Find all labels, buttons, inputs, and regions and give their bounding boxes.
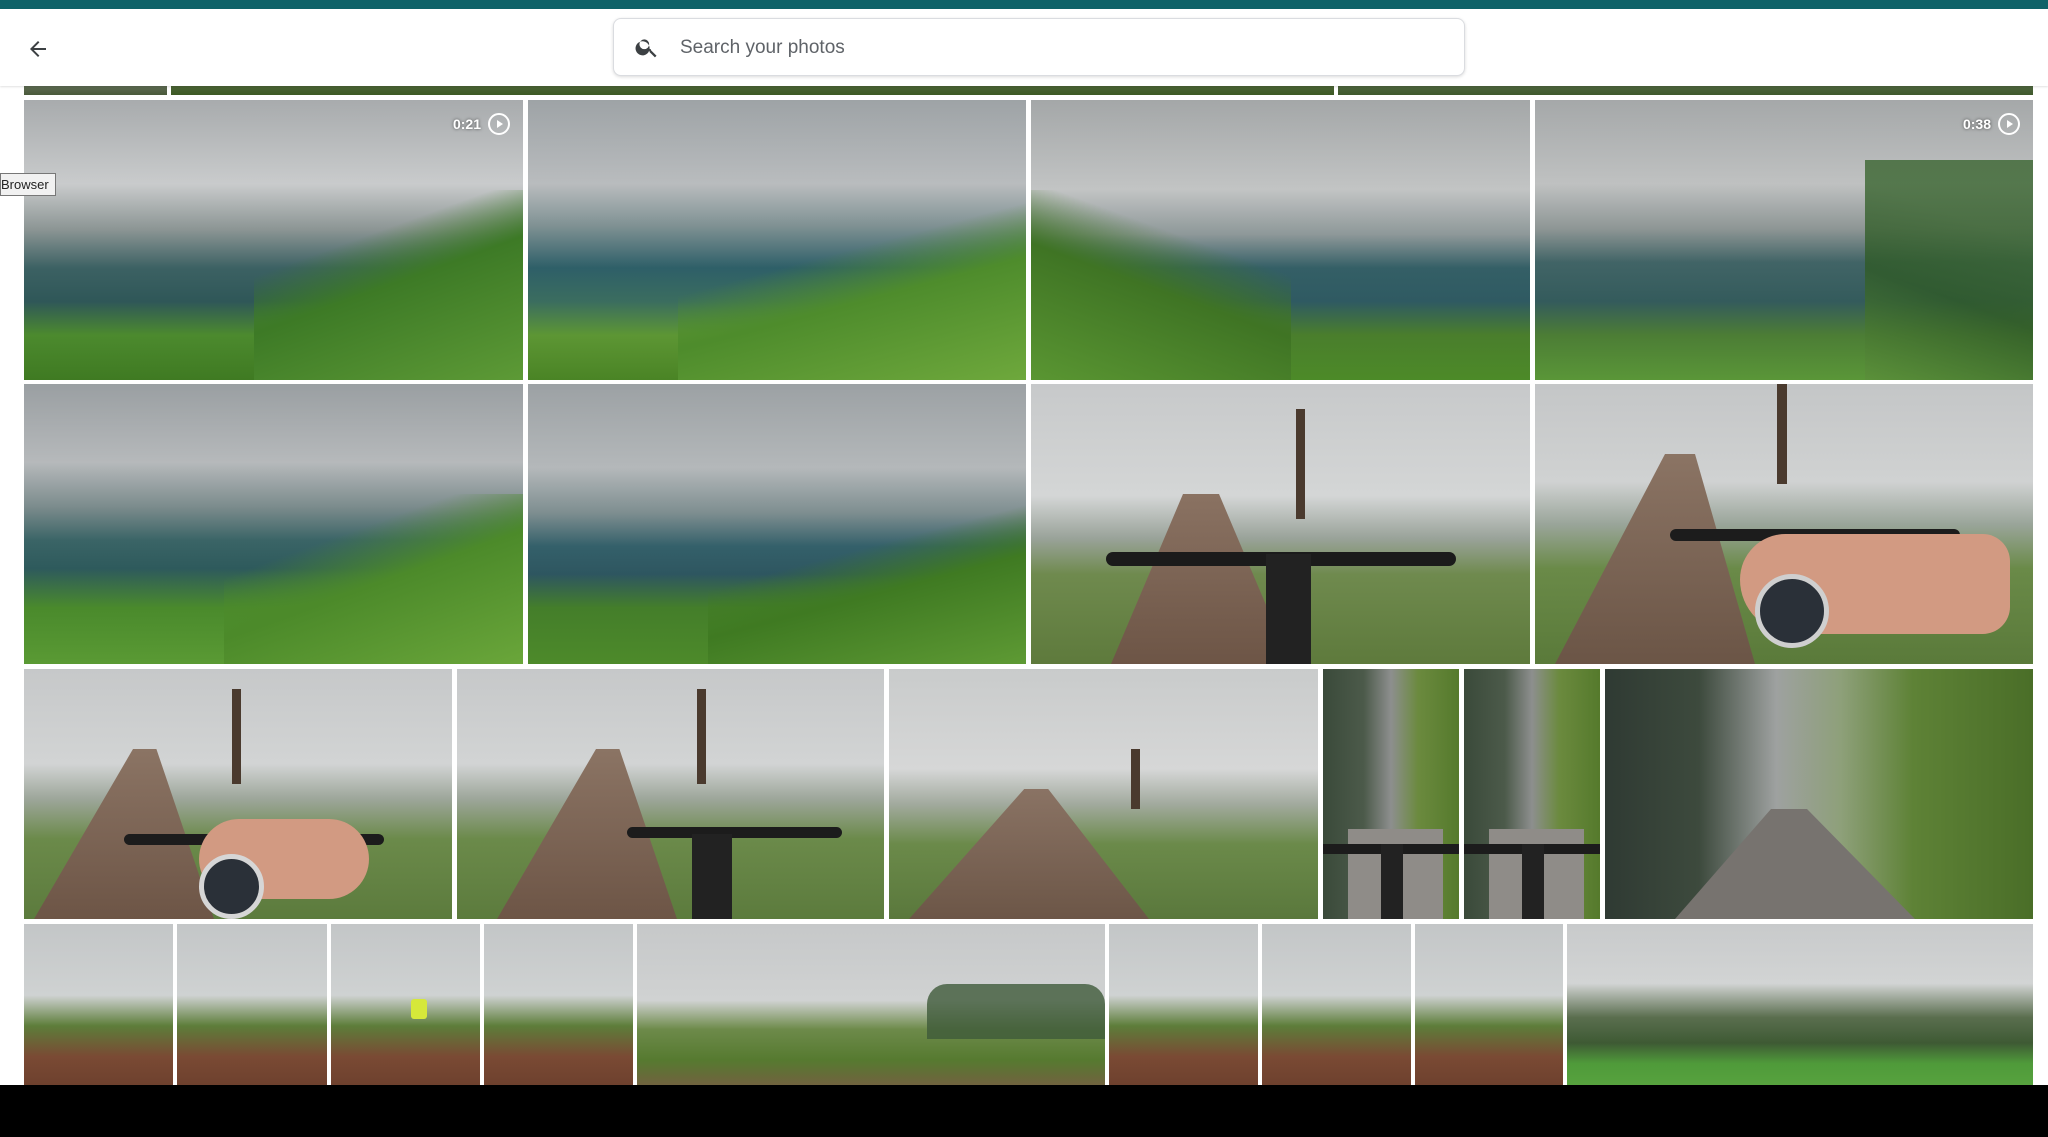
photo-tile[interactable] — [484, 924, 633, 1085]
photo-tile[interactable] — [1605, 669, 2033, 919]
photo-grid: 0:21 0:38 — [0, 9, 2048, 1085]
photo-tile[interactable] — [457, 669, 884, 919]
photo-tile[interactable] — [1031, 384, 1530, 664]
photo-tile[interactable] — [24, 924, 173, 1085]
video-tile[interactable]: 0:38 — [1535, 100, 2033, 380]
photo-tile[interactable] — [528, 384, 1026, 664]
play-circle-icon — [1998, 113, 2020, 135]
video-duration: 0:21 — [452, 116, 481, 132]
video-duration: 0:38 — [1962, 116, 1991, 132]
photo-tile[interactable] — [24, 669, 452, 919]
photos-app: 0:21 0:38 Search your photos Browser — [0, 9, 2048, 1085]
photo-tile[interactable] — [1415, 924, 1563, 1085]
photo-tile[interactable] — [1567, 924, 2033, 1085]
video-tile[interactable]: 0:21 — [24, 100, 523, 380]
photo-tile[interactable] — [1109, 924, 1258, 1085]
photo-tile[interactable] — [637, 924, 1105, 1085]
search-input[interactable] — [678, 31, 1442, 65]
photo-tile[interactable] — [1323, 669, 1459, 919]
photo-tile[interactable] — [528, 100, 1026, 380]
tooltip: Browser — [0, 173, 56, 196]
photo-tile[interactable] — [331, 924, 480, 1085]
window-top-bar — [0, 0, 2048, 9]
app-header — [0, 9, 2048, 86]
photo-tile[interactable] — [1031, 100, 1530, 380]
video-duration-badge: 0:21 — [453, 112, 511, 136]
photo-tile[interactable] — [177, 924, 327, 1085]
photo-tile[interactable] — [1464, 669, 1600, 919]
video-duration-badge: 0:38 — [1963, 112, 2021, 136]
photo-tile[interactable] — [1535, 384, 2033, 664]
photo-tile[interactable] — [24, 384, 523, 664]
play-circle-icon — [488, 113, 510, 135]
search-box[interactable] — [613, 18, 1465, 76]
arrow-left-icon — [30, 41, 46, 57]
photo-tile[interactable] — [889, 669, 1318, 919]
photo-tile[interactable] — [1262, 924, 1411, 1085]
search-icon — [635, 39, 657, 58]
back-button[interactable] — [20, 31, 56, 67]
